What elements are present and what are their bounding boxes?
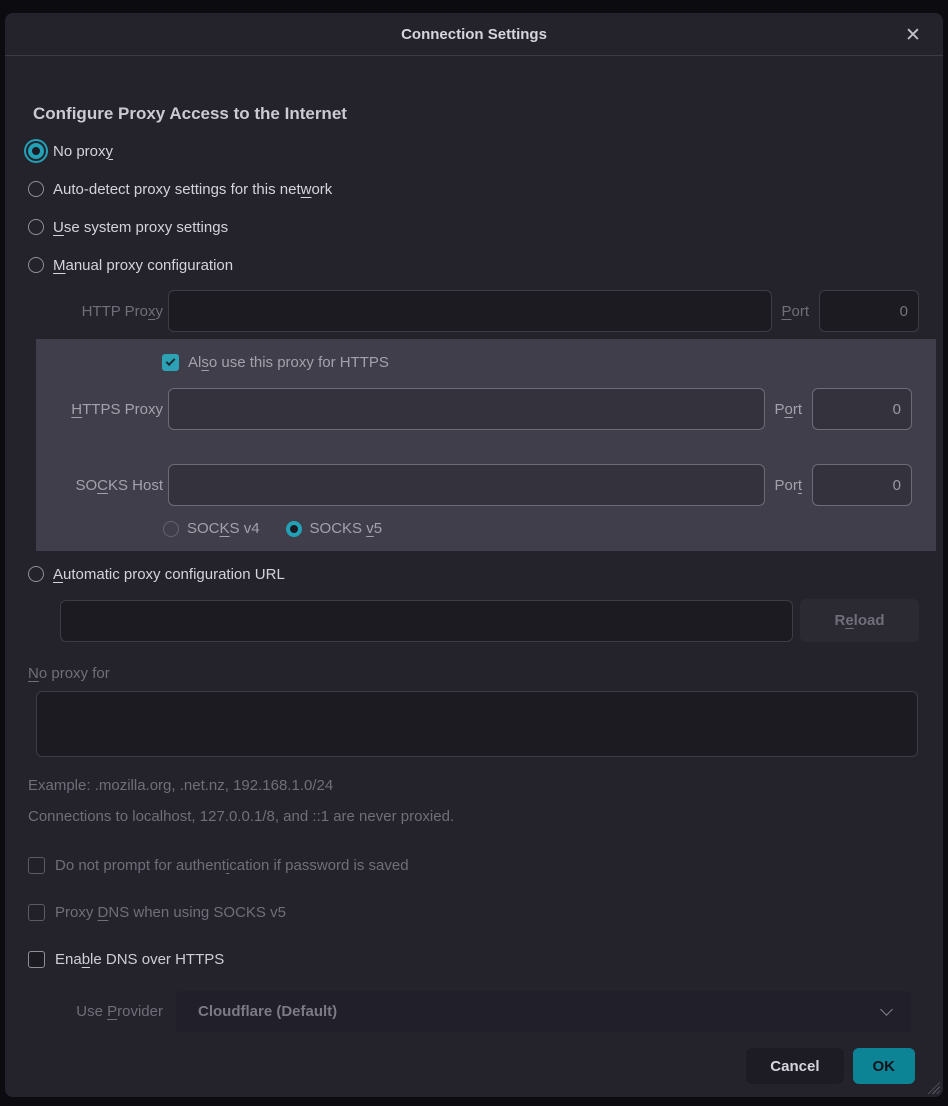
https-proxy-row: HTTPS Proxy Port xyxy=(36,388,912,430)
auto-proxy-url-input[interactable] xyxy=(60,600,793,642)
radio-system-proxy[interactable] xyxy=(28,219,44,235)
socks-host-row: SOCKS Host Port xyxy=(36,464,912,506)
radio-no-proxy-label: No proxy xyxy=(53,143,113,160)
checkbox-proxy-dns-socks5-label: Proxy DNS when using SOCKS v5 xyxy=(55,904,286,921)
http-port-input[interactable] xyxy=(819,290,919,332)
no-proxy-for-textarea[interactable] xyxy=(36,691,918,757)
radio-auto-proxy-url[interactable] xyxy=(28,566,44,582)
doh-provider-selected-value: Cloudflare (Default) xyxy=(198,1003,337,1020)
no-proxy-for-label: No proxy for xyxy=(28,665,919,682)
checkbox-use-proxy-for-https[interactable] xyxy=(162,354,179,371)
https-socks-highlight-band: Also use this proxy for HTTPS HTTPS Prox… xyxy=(36,339,936,551)
https-checkbox-label: Also use this proxy for HTTPS xyxy=(188,354,389,371)
checkmark-icon xyxy=(166,356,176,366)
use-provider-label: Use Provider xyxy=(28,1003,163,1020)
close-button[interactable]: ✕ xyxy=(899,21,927,49)
checkbox-no-prompt-auth[interactable] xyxy=(28,857,45,874)
close-icon: ✕ xyxy=(905,26,921,45)
checkbox-no-prompt-auth-label: Do not prompt for authentication if pass… xyxy=(55,857,409,874)
radio-socks-v4-label: SOCKS v4 xyxy=(187,520,260,537)
checkbox-row-proxy-dns-socks5[interactable]: Proxy DNS when using SOCKS v5 xyxy=(28,901,919,923)
screen-background: Connection Settings ✕ Configure Proxy Ac… xyxy=(0,0,948,1106)
doh-provider-select[interactable]: Cloudflare (Default) xyxy=(176,991,911,1032)
socks-host-label: SOCKS Host xyxy=(36,477,163,494)
radio-row-auto-detect[interactable]: Auto-detect proxy settings for this netw… xyxy=(28,178,919,200)
checkbox-proxy-dns-socks5[interactable] xyxy=(28,904,45,921)
radio-row-auto-proxy-url[interactable]: Automatic proxy configuration URL xyxy=(28,563,919,585)
cancel-button[interactable]: Cancel xyxy=(746,1048,843,1084)
reload-button[interactable]: Reload xyxy=(800,599,919,642)
dialog-content: Configure Proxy Access to the Internet N… xyxy=(5,56,943,1097)
https-proxy-input[interactable] xyxy=(168,388,765,430)
dialog-title: Connection Settings xyxy=(401,26,547,43)
radio-row-system-proxy[interactable]: Use system proxy settings xyxy=(28,216,919,238)
dialog-footer: Cancel OK xyxy=(28,1048,919,1084)
no-proxy-note-text: Connections to localhost, 127.0.0.1/8, a… xyxy=(28,808,919,825)
radio-auto-detect-label: Auto-detect proxy settings for this netw… xyxy=(53,181,332,198)
page-title: Configure Proxy Access to the Internet xyxy=(33,104,919,124)
ok-button[interactable]: OK xyxy=(853,1048,916,1084)
radio-auto-proxy-url-label: Automatic proxy configuration URL xyxy=(53,566,285,583)
socks-version-row: SOCKS v4 SOCKS v5 xyxy=(163,520,912,537)
socks-host-input[interactable] xyxy=(168,464,765,506)
radio-no-proxy[interactable] xyxy=(28,143,44,159)
https-port-label: Port xyxy=(774,401,802,418)
http-proxy-input[interactable] xyxy=(168,290,772,332)
radio-manual-proxy-label: Manual proxy configuration xyxy=(53,257,233,274)
radio-system-proxy-label: Use system proxy settings xyxy=(53,219,228,236)
dialog-titlebar: Connection Settings ✕ xyxy=(5,13,943,56)
radio-auto-detect[interactable] xyxy=(28,181,44,197)
radio-socks-v5[interactable] xyxy=(286,521,302,537)
checkbox-enable-doh[interactable] xyxy=(28,951,45,968)
radio-row-manual-proxy[interactable]: Manual proxy configuration xyxy=(28,254,919,276)
auto-proxy-url-row: Reload xyxy=(60,599,919,642)
http-proxy-label: HTTP Proxy xyxy=(28,303,163,320)
radio-manual-proxy[interactable] xyxy=(28,257,44,273)
radio-socks-v4[interactable] xyxy=(163,521,179,537)
checkbox-enable-doh-label: Enable DNS over HTTPS xyxy=(55,951,224,968)
connection-settings-dialog: Connection Settings ✕ Configure Proxy Ac… xyxy=(5,13,943,1097)
radio-row-no-proxy[interactable]: No proxy xyxy=(28,140,919,162)
https-checkbox-row[interactable]: Also use this proxy for HTTPS xyxy=(162,351,912,373)
socks-port-label: Port xyxy=(774,477,802,494)
doh-provider-row: Use Provider Cloudflare (Default) xyxy=(28,991,911,1032)
https-proxy-label: HTTPS Proxy xyxy=(36,401,163,418)
no-proxy-example-text: Example: .mozilla.org, .net.nz, 192.168.… xyxy=(28,777,919,794)
socks-port-input[interactable] xyxy=(812,464,912,506)
checkbox-row-no-prompt-auth[interactable]: Do not prompt for authentication if pass… xyxy=(28,854,919,876)
chevron-down-icon xyxy=(880,1003,893,1016)
checkbox-row-enable-doh[interactable]: Enable DNS over HTTPS xyxy=(28,948,919,970)
radio-socks-v5-label: SOCKS v5 xyxy=(310,520,383,537)
https-port-input[interactable] xyxy=(812,388,912,430)
http-port-label: Port xyxy=(781,303,809,320)
http-proxy-row: HTTP Proxy Port xyxy=(28,290,919,332)
